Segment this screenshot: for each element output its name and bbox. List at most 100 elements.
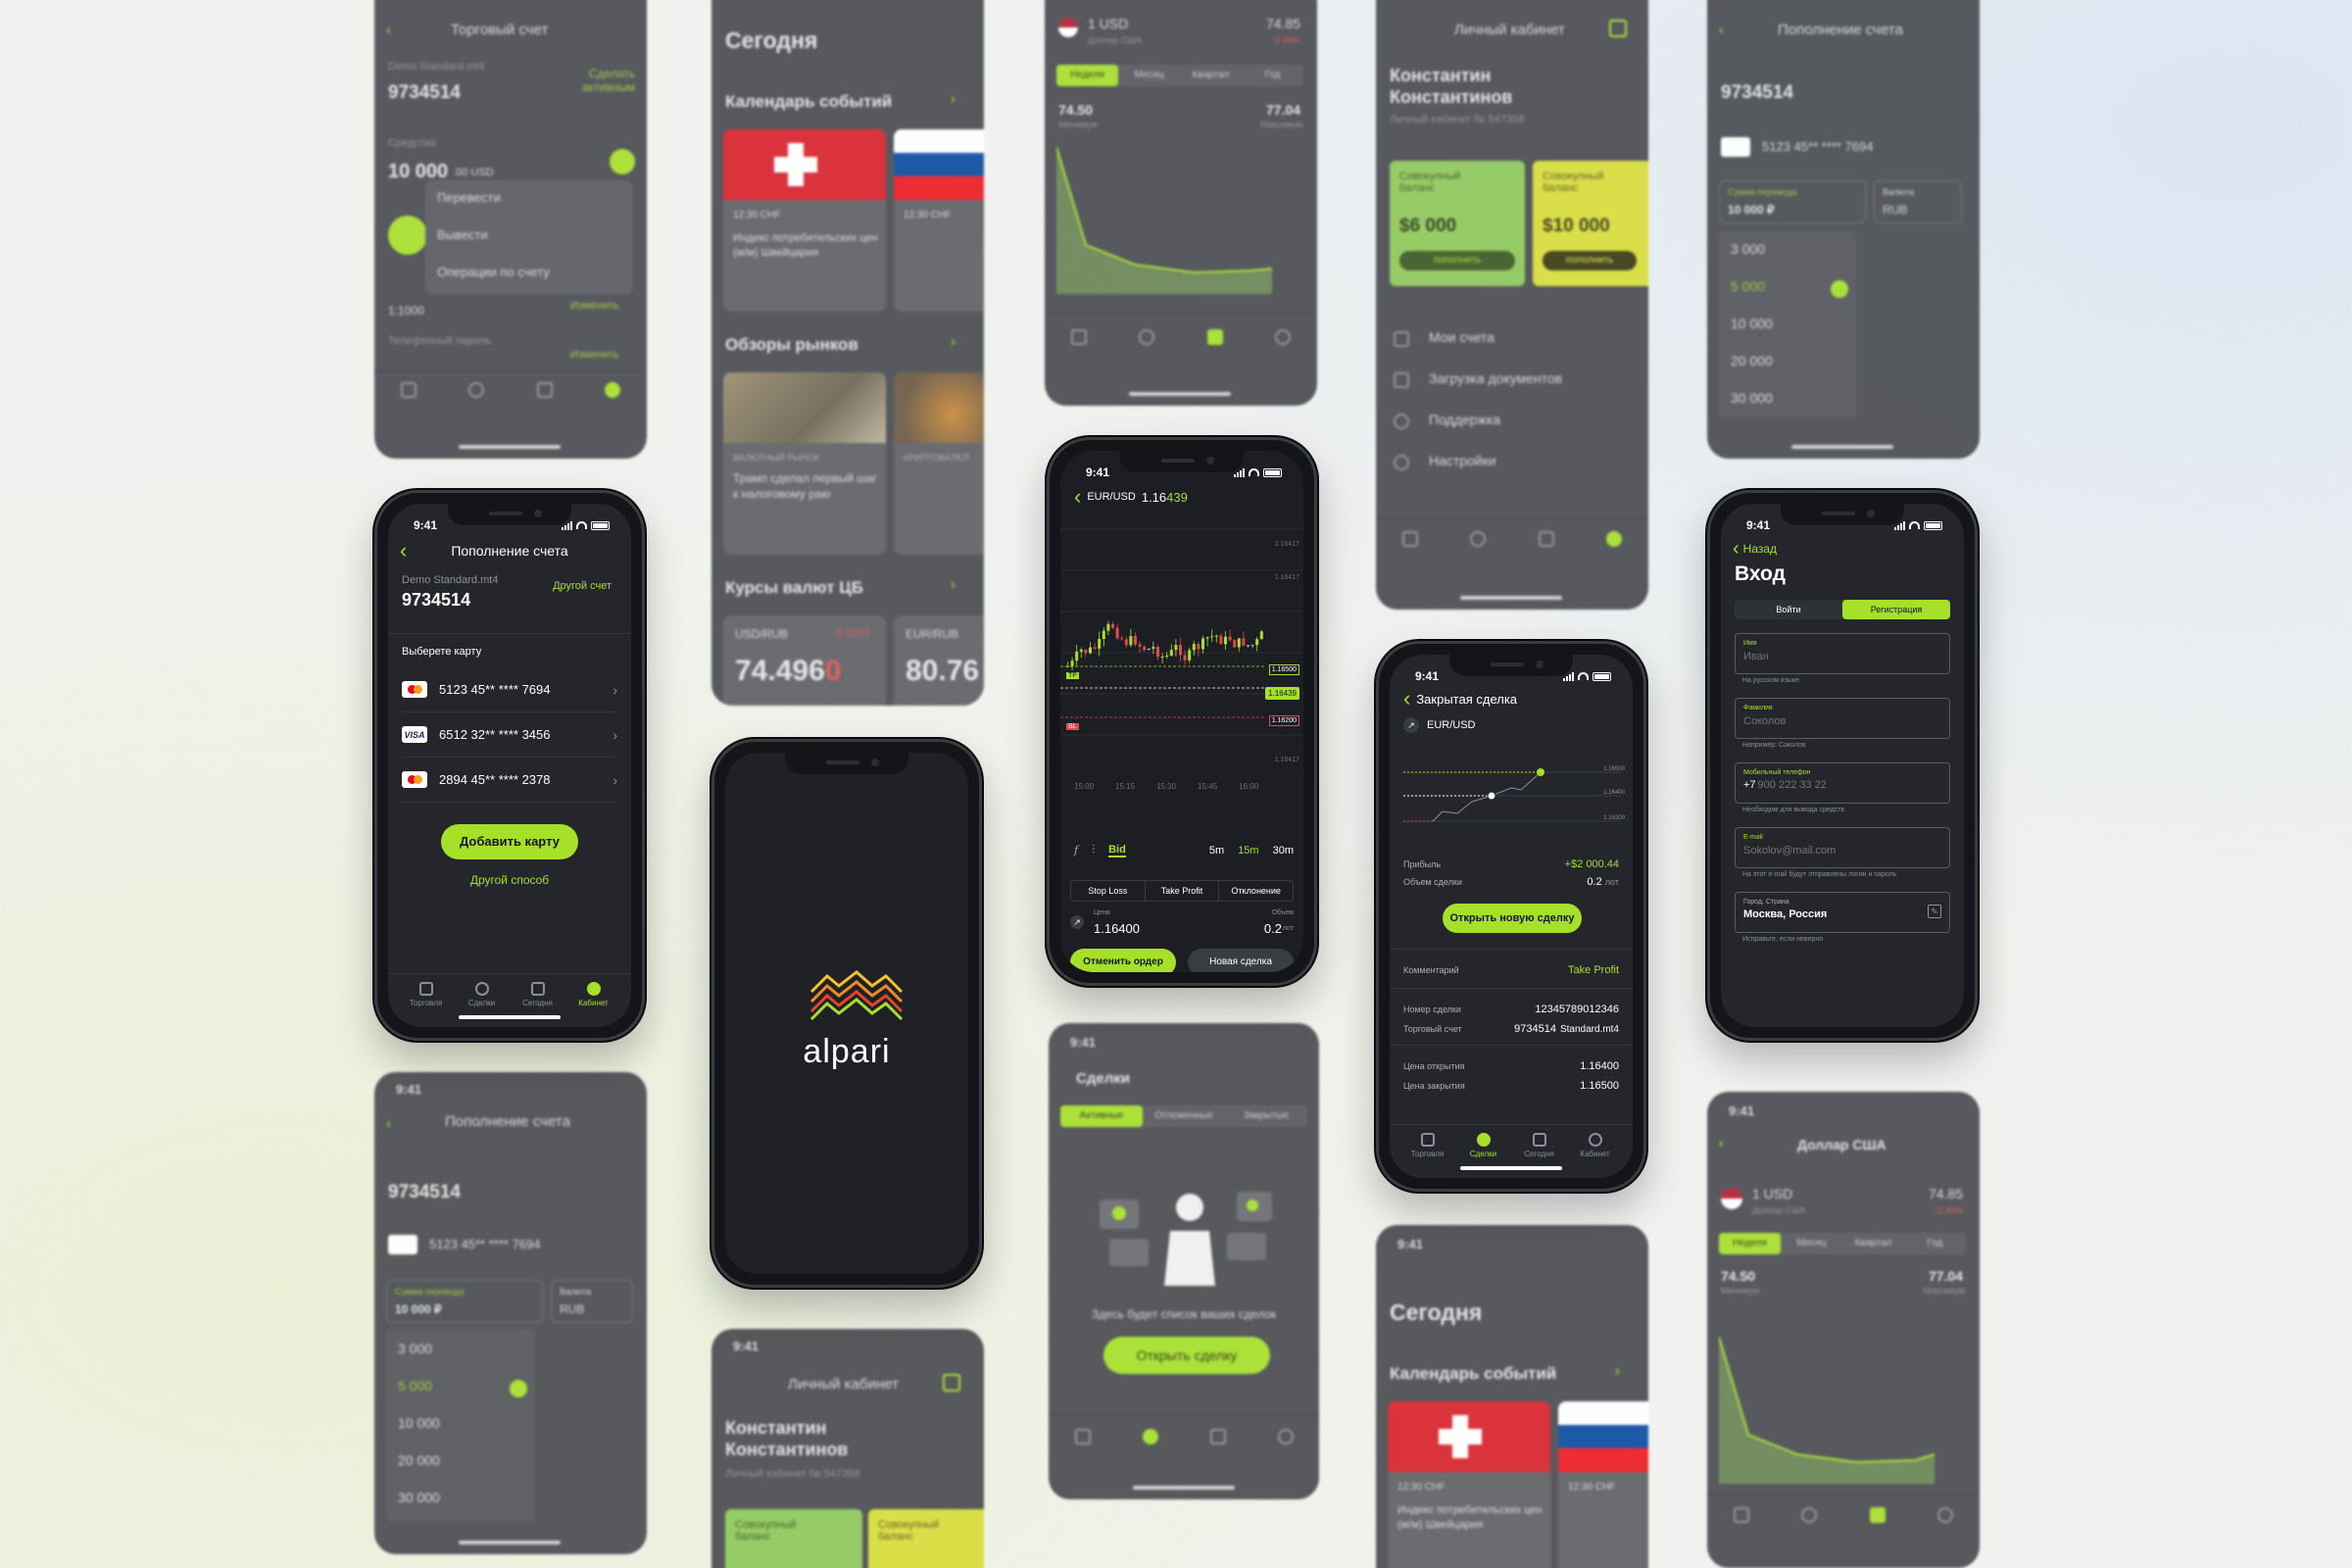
tab-deals[interactable]: Сделки <box>455 982 510 1007</box>
bg-min-label: Минимум <box>1058 120 1098 129</box>
bg-currency-sub: Доллар США <box>1088 35 1142 45</box>
bg-cur-value: RUB <box>1883 203 1908 217</box>
tab-stop-loss[interactable]: Stop Loss <box>1071 881 1146 901</box>
cancel-order-button[interactable]: Отменить ордер <box>1070 949 1176 972</box>
tab-trade[interactable]: Торговля <box>399 982 454 1007</box>
level-label: 1.16200 <box>1603 815 1625 821</box>
timeframe-15m[interactable]: 15m <box>1238 845 1258 857</box>
timeframe-5m[interactable]: 5m <box>1209 845 1224 857</box>
time-tick: 16:00 <box>1239 782 1259 791</box>
account-number: 9734514 <box>402 590 471 610</box>
bg-funds-label: Средства <box>388 137 436 149</box>
bg-rate-card: EUR/RUB 80.76 <box>894 615 984 706</box>
auth-tabs: Войти Регистрация <box>1735 600 1950 619</box>
bg-card-number: 5123 45** **** 7694 <box>1762 139 1874 154</box>
bg-topup-button: пополнить <box>1399 251 1515 270</box>
edit-icon[interactable]: ✎ <box>1928 905 1941 918</box>
bg-make-active: Сделать активным <box>581 67 635 94</box>
bg-user-name: Константин Константинов <box>1390 66 1513 107</box>
candle <box>1075 651 1079 662</box>
candle <box>1169 650 1173 656</box>
bg-tab-icon <box>1206 329 1223 345</box>
bg-trade-account-screen: ‹ Торговый счет Demo Standard.mt4 973451… <box>374 0 647 459</box>
candle <box>1070 661 1074 666</box>
card-row[interactable]: 5123 45** **** 7694 › <box>402 667 617 712</box>
candle <box>1174 645 1178 651</box>
volume-label: Объем сделки <box>1403 877 1462 887</box>
back-icon[interactable]: ‹ <box>1074 486 1081 508</box>
bg-title: Личный кабинет <box>788 1376 899 1393</box>
mastercard-icon <box>402 681 427 698</box>
current-price-badge: 1.16439 <box>1265 687 1299 700</box>
candles-icon[interactable]: ⫶ <box>1092 843 1095 858</box>
bg-today-title: Сегодня <box>725 27 818 53</box>
candle <box>1115 627 1119 639</box>
bg-tab-icon <box>1538 531 1554 547</box>
tab-today[interactable]: Сегодня <box>1512 1133 1567 1158</box>
add-card-button[interactable]: Добавить карту <box>441 824 578 859</box>
calendar-icon <box>1532 1133 1546 1147</box>
trader-illustration <box>1100 1192 1272 1286</box>
bg-max-label: Максимум <box>1260 120 1303 129</box>
bg-cur-label: Валюта <box>1883 187 1914 197</box>
tab-deals[interactable]: Сделки <box>1456 1133 1511 1158</box>
bg-review-tag: КРИПТОВАЛЮТ <box>904 453 971 463</box>
volume-input[interactable]: 0.2 <box>1264 921 1282 936</box>
last-name-input[interactable] <box>1743 715 1941 727</box>
bg-rate-card: USD/RUB -0.2203 74.4960 <box>723 615 886 706</box>
back-icon: ‹ <box>386 1115 391 1132</box>
tab-deviation[interactable]: Отклонение <box>1219 881 1293 901</box>
card-row[interactable]: VISA 6512 32** **** 3456 › <box>402 712 617 758</box>
order-tabs: Stop Loss Take Profit Отклонение <box>1070 880 1294 902</box>
back-icon[interactable]: ‹ <box>400 540 407 562</box>
back-icon[interactable]: ‹ <box>1403 688 1410 710</box>
time-tick: 15:45 <box>1198 782 1218 791</box>
candle <box>1210 636 1214 638</box>
bg-sum-select: Сумма перевода 10 000 ₽ <box>386 1280 543 1323</box>
first-name-input[interactable] <box>1743 651 1941 662</box>
bg-event-card: 12:30 CHF <box>894 129 984 312</box>
timeframe-30m[interactable]: 30m <box>1273 845 1294 857</box>
bg-deal-tabs: Активные Отложенные Закрытые <box>1060 1105 1307 1127</box>
slovakia-flag-icon <box>894 129 984 200</box>
candle <box>1160 657 1164 659</box>
bg-option: 3 000 <box>1731 241 1766 257</box>
bg-tab-icon <box>1733 1507 1749 1523</box>
bg-sum-label: Сумма перевода <box>1728 187 1797 197</box>
candlestick-chart[interactable] <box>1060 510 1303 759</box>
tab-register[interactable]: Регистрация <box>1842 600 1950 619</box>
price-input[interactable]: 1.16400 <box>1094 921 1140 936</box>
bg-option: 30 000 <box>398 1490 440 1505</box>
tab-cabinet[interactable]: Кабинет <box>566 982 621 1007</box>
bg-balance-card: Совокупный баланс $6 000 пополнить <box>1390 161 1525 286</box>
phone-input[interactable] <box>1757 779 1936 791</box>
tab-today[interactable]: Сегодня <box>511 982 565 1007</box>
bg-acc-number: 9734514 <box>388 1182 461 1202</box>
calendar-icon <box>530 982 545 996</box>
bg-topup-button: пополнить <box>1543 251 1637 270</box>
other-account-link[interactable]: Другой счет <box>553 580 612 592</box>
city-input[interactable]: Москва, Россия <box>1743 908 1941 920</box>
tab-login[interactable]: Войти <box>1735 600 1842 619</box>
usa-flag-icon <box>1721 1188 1742 1209</box>
function-icon[interactable]: f <box>1074 844 1078 857</box>
other-method-link[interactable]: Другой способ <box>388 873 631 887</box>
open-new-deal-button[interactable]: Открыть новую сделку <box>1443 904 1582 933</box>
bg-title: Пополнение счета <box>1778 22 1903 38</box>
tab-trade[interactable]: Торговля <box>1400 1133 1455 1158</box>
tab-label: Кабинет <box>578 999 609 1007</box>
candle <box>1224 636 1227 645</box>
candle <box>1143 646 1147 651</box>
sl-level: 1.16200 <box>1268 715 1299 726</box>
bid-selector[interactable]: Bid <box>1108 844 1126 858</box>
tab-take-profit[interactable]: Take Profit <box>1146 881 1220 901</box>
back-link[interactable]: ‹ Назад <box>1721 533 1964 559</box>
bg-event-time: 12:30 CHF <box>733 210 781 220</box>
email-input[interactable] <box>1743 845 1941 857</box>
card-row[interactable]: 2894 45** **** 2378 › <box>402 758 617 803</box>
new-deal-button[interactable]: Новая сделка <box>1188 949 1294 972</box>
open-price-value: 1.16400 <box>1580 1060 1619 1072</box>
bg-delta: -2.45% <box>1272 35 1300 45</box>
tab-cabinet[interactable]: Кабинет <box>1568 1133 1623 1158</box>
bg-balance-value: $10 000 <box>1543 216 1610 236</box>
